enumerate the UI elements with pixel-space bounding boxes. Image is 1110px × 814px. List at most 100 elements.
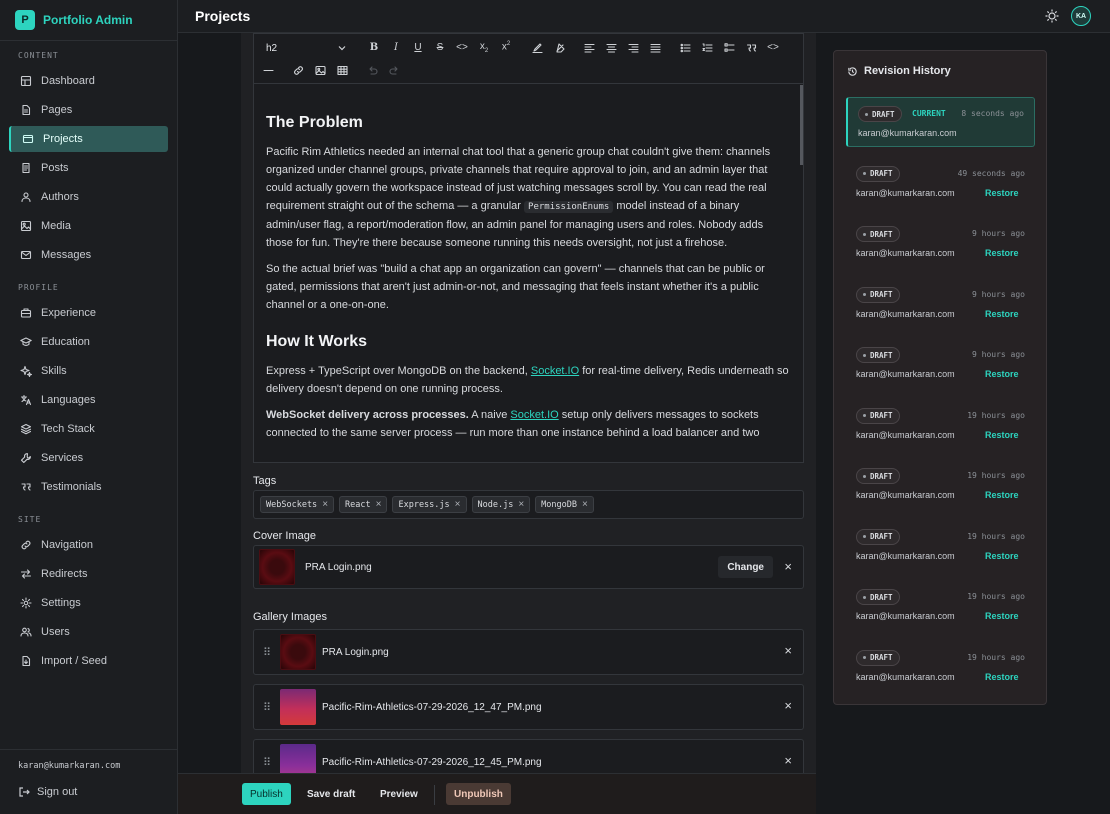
sidebar-item-pages[interactable]: Pages — [9, 97, 168, 123]
revision-item[interactable]: DRAFT 19 hours ago karan@kumarkaran.com … — [846, 581, 1035, 631]
revision-item[interactable]: DRAFT 49 seconds ago karan@kumarkaran.co… — [846, 158, 1035, 208]
restore-button[interactable]: Restore — [985, 490, 1019, 500]
unpublish-button[interactable]: Unpublish — [446, 783, 511, 805]
revision-item[interactable]: DRAFT 19 hours ago karan@kumarkaran.com … — [846, 400, 1035, 450]
remove-gallery-image-button[interactable]: × — [784, 643, 792, 658]
remove-tag-button[interactable]: × — [582, 499, 588, 510]
restore-button[interactable]: Restore — [985, 551, 1019, 561]
toolbar-button-ordered-list[interactable] — [699, 39, 715, 55]
revision-item[interactable]: DRAFT 19 hours ago karan@kumarkaran.com … — [846, 521, 1035, 571]
sidebar-item-import-seed[interactable]: Import / Seed — [9, 648, 168, 674]
toolbar-button-blockquote[interactable] — [743, 39, 759, 55]
sidebar-item-messages[interactable]: Messages — [9, 242, 168, 268]
sun-icon[interactable] — [1044, 8, 1060, 24]
sidebar-item-projects[interactable]: Projects — [9, 126, 168, 152]
revision-item[interactable]: DRAFT 9 hours ago karan@kumarkaran.com R… — [846, 339, 1035, 389]
sidebar-item-settings[interactable]: Settings — [9, 590, 168, 616]
remove-gallery-image-button[interactable]: × — [784, 698, 792, 713]
sidebar-item-languages[interactable]: Languages — [9, 387, 168, 413]
toolbar-button-undo[interactable] — [364, 62, 380, 78]
toolbar-button-bold[interactable]: B — [366, 39, 382, 55]
sidebar-item-media[interactable]: Media — [9, 213, 168, 239]
sidebar-item-skills[interactable]: Skills — [9, 358, 168, 384]
sidebar-item-label: Education — [41, 336, 90, 348]
restore-button[interactable]: Restore — [985, 369, 1019, 379]
sidebar-item-users[interactable]: Users — [9, 619, 168, 645]
socketio-link[interactable]: Socket.IO — [510, 409, 558, 421]
toolbar-button-clear-format[interactable] — [551, 39, 567, 55]
revision-item[interactable]: DRAFT 9 hours ago karan@kumarkaran.com R… — [846, 218, 1035, 268]
user-icon — [21, 192, 31, 203]
sidebar-item-testimonials[interactable]: Testimonials — [9, 474, 168, 500]
underline-icon: U — [414, 41, 422, 53]
remove-tag-button[interactable]: × — [376, 499, 382, 510]
restore-button[interactable]: Restore — [985, 430, 1019, 440]
sidebar-item-services[interactable]: Services — [9, 445, 168, 471]
preview-button[interactable]: Preview — [380, 783, 418, 805]
toolbar-button-align-right[interactable] — [625, 39, 641, 55]
publish-button[interactable]: Publish — [242, 783, 291, 805]
drag-handle-icon[interactable]: ⠿ — [263, 701, 273, 714]
drag-handle-icon[interactable]: ⠿ — [263, 646, 273, 659]
toolbar-button-align-center[interactable] — [603, 39, 619, 55]
restore-button[interactable]: Restore — [985, 672, 1019, 682]
briefcase-icon — [20, 308, 32, 318]
toolbar-button-task-list[interactable] — [721, 39, 737, 55]
toolbar-button-bullet-list[interactable] — [677, 39, 693, 55]
sidebar-item-authors[interactable]: Authors — [9, 184, 168, 210]
remove-tag-button[interactable]: × — [518, 499, 524, 510]
sidebar-user-email: karan@kumarkaran.com — [18, 761, 121, 771]
toolbar-button-subscript[interactable]: x2 — [476, 39, 492, 55]
socketio-link[interactable]: Socket.IO — [531, 365, 579, 377]
toolbar-button-align-left[interactable] — [581, 39, 597, 55]
drag-handle-icon[interactable]: ⠿ — [263, 756, 273, 769]
rich-text-editor[interactable]: h2 B I U S <> x2 x2 <> The Problem Pacific Rim … — [253, 33, 804, 463]
revision-time: 19 hours ago — [967, 471, 1025, 480]
sidebar-item-redirects[interactable]: Redirects — [9, 561, 168, 587]
toolbar-button-link[interactable] — [290, 62, 306, 78]
toolbar-button-redo[interactable] — [386, 62, 402, 78]
remove-tag-button[interactable]: × — [322, 499, 328, 510]
save-draft-button[interactable]: Save draft — [307, 783, 355, 805]
avatar[interactable]: KA — [1071, 6, 1091, 26]
sidebar-item-navigation[interactable]: Navigation — [9, 532, 168, 558]
remove-cover-button[interactable]: × — [784, 559, 792, 574]
toolbar-button-image[interactable] — [312, 62, 328, 78]
change-cover-button[interactable]: Change — [718, 556, 773, 578]
sidebar-item-education[interactable]: Education — [9, 329, 168, 355]
tags-input[interactable]: WebSockets × React × Express.js × Node.js × Mong… — [253, 490, 804, 519]
toolbar-button-align-justify[interactable] — [647, 39, 663, 55]
heading-select[interactable]: h2 — [262, 39, 350, 57]
restore-button[interactable]: Restore — [985, 611, 1019, 621]
editor-content[interactable]: The Problem Pacific Rim Athletics needed… — [254, 85, 804, 463]
revision-item[interactable]: DRAFT 19 hours ago karan@kumarkaran.com … — [846, 642, 1035, 692]
sidebar-item-posts[interactable]: Posts — [9, 155, 168, 181]
toolbar-button-code[interactable]: <> — [454, 39, 470, 55]
revision-item[interactable]: DRAFT 9 hours ago karan@kumarkaran.com R… — [846, 279, 1035, 329]
divider — [434, 785, 435, 805]
restore-button[interactable]: Restore — [985, 248, 1019, 258]
toolbar-button-table[interactable] — [334, 62, 350, 78]
status-badge: DRAFT — [856, 286, 900, 303]
remove-tag-button[interactable]: × — [455, 499, 461, 510]
toolbar-button-italic[interactable]: I — [388, 39, 404, 55]
restore-button[interactable]: Restore — [985, 309, 1019, 319]
revision-item[interactable]: DRAFT 19 hours ago karan@kumarkaran.com … — [846, 460, 1035, 510]
status-badge: DRAFT — [856, 347, 900, 363]
toolbar-button-highlight[interactable] — [529, 39, 545, 55]
sidebar-item-tech-stack[interactable]: Tech Stack — [9, 416, 168, 442]
sidebar-item-label: Testimonials — [41, 481, 102, 493]
sidebar-item-dashboard[interactable]: Dashboard — [9, 68, 168, 94]
restore-button[interactable]: Restore — [985, 188, 1019, 198]
sidebar-item-experience[interactable]: Experience — [9, 300, 168, 326]
toolbar-button-underline[interactable]: U — [410, 39, 426, 55]
toolbar-button-strikethrough[interactable]: S — [432, 39, 448, 55]
brand[interactable]: P Portfolio Admin — [0, 0, 177, 41]
editor-scrollbar[interactable] — [800, 85, 803, 165]
sign-out-button[interactable]: Sign out — [18, 786, 77, 798]
remove-gallery-image-button[interactable]: × — [784, 753, 792, 768]
toolbar-button-code-block[interactable]: <> — [765, 39, 781, 55]
toolbar-button-horizontal-rule[interactable] — [260, 62, 276, 78]
superscript-icon: x2 — [501, 41, 511, 53]
toolbar-button-superscript[interactable]: x2 — [498, 39, 514, 55]
